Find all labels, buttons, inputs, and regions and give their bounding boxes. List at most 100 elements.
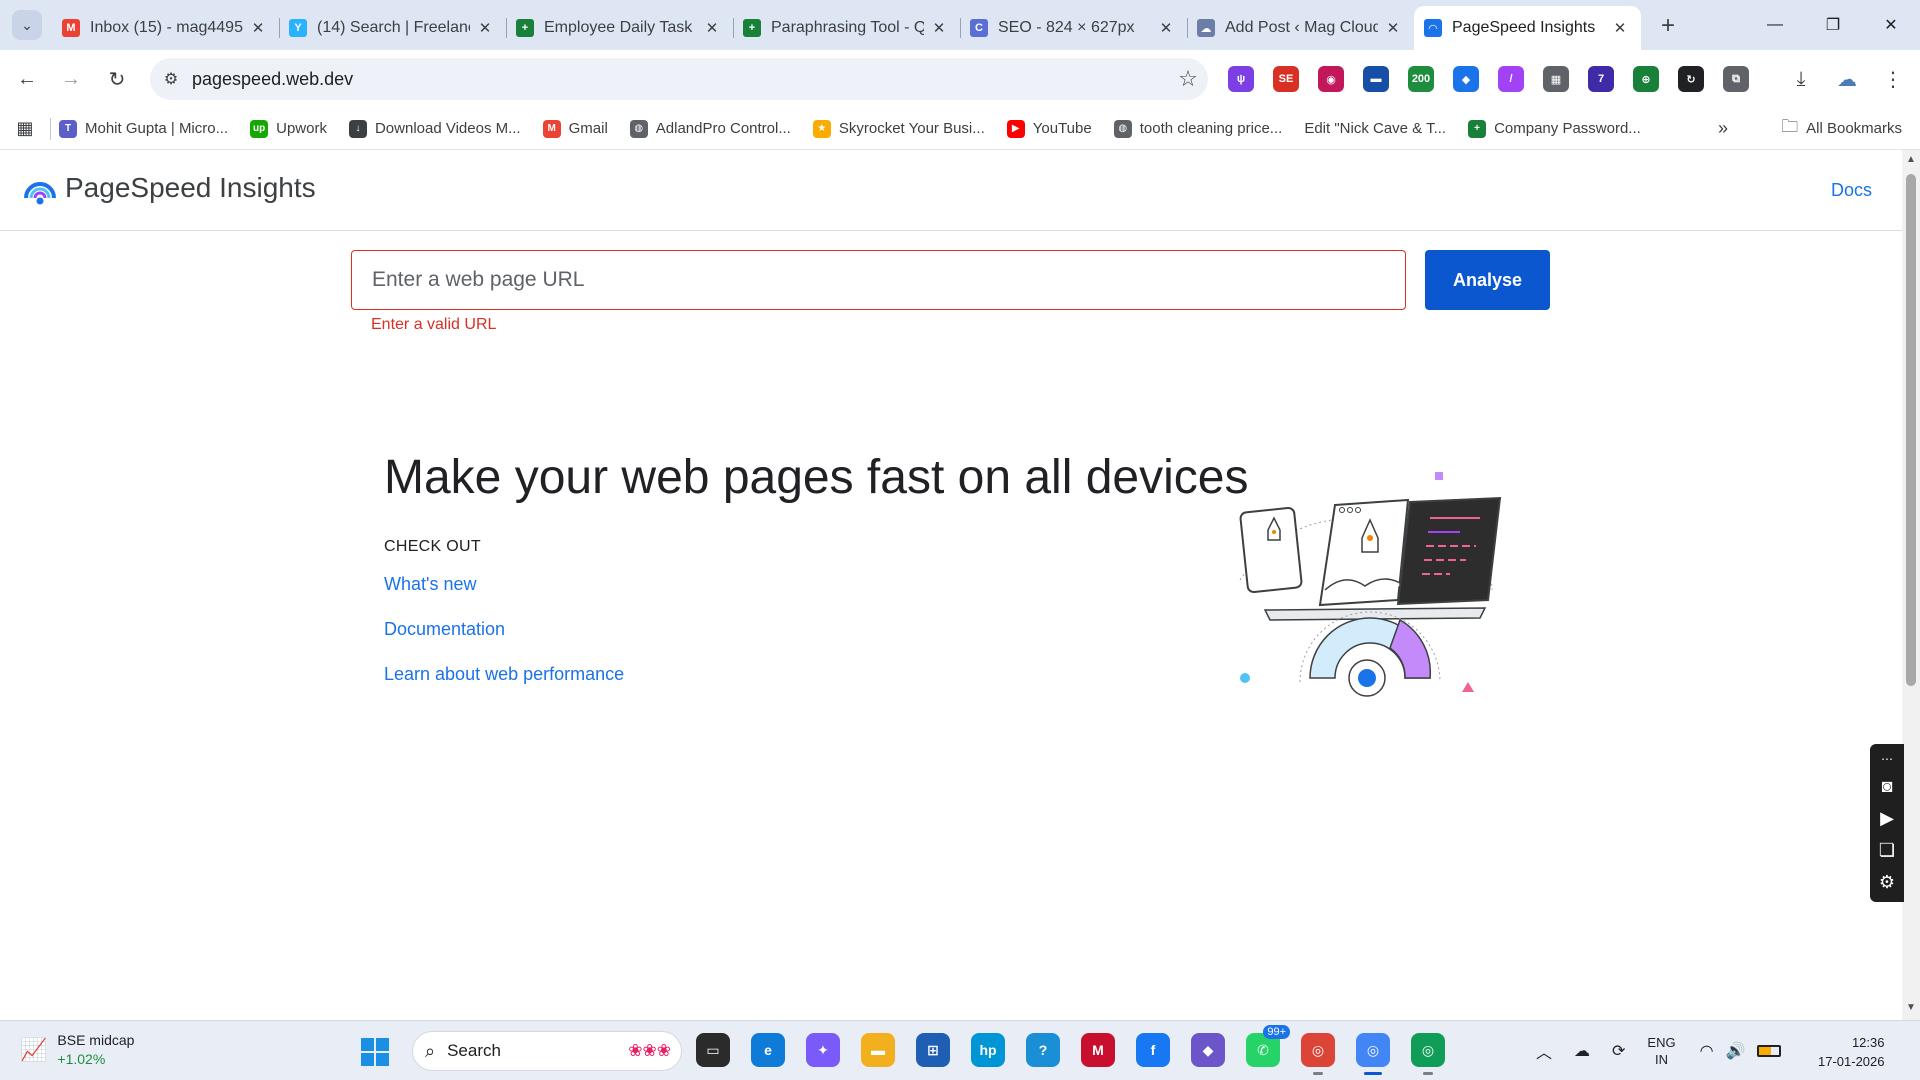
- show-hidden-icons[interactable]: ︿: [1536, 1039, 1552, 1063]
- windows-start-icon[interactable]: [360, 1037, 390, 1067]
- bookmark-item[interactable]: ◍ tooth cleaning price...: [1113, 119, 1282, 138]
- tab-close-icon[interactable]: ✕: [1384, 19, 1402, 37]
- analyse-button[interactable]: Analyse: [1425, 250, 1550, 310]
- clock[interactable]: 12:36 17-01-2026: [1818, 1033, 1885, 1071]
- chrome-menu-button[interactable]: ⋮: [1878, 64, 1908, 94]
- reload-button[interactable]: ↻: [102, 64, 132, 94]
- chrome-profile-s-icon[interactable]: ◎: [1411, 1033, 1445, 1075]
- whatsapp-icon[interactable]: ✆ 99+: [1246, 1025, 1290, 1067]
- back-button[interactable]: ←: [12, 64, 42, 94]
- scroll-thumb[interactable]: [1906, 174, 1916, 686]
- close-window-button[interactable]: ✕: [1862, 0, 1920, 50]
- folder-icon[interactable]: ▬: [861, 1033, 895, 1067]
- restore-button[interactable]: ❐: [1804, 0, 1862, 50]
- browser-tab[interactable]: + Employee Daily Task S ✕: [506, 6, 733, 50]
- camera-icon[interactable]: ◙: [1872, 770, 1902, 802]
- site-settings-icon[interactable]: ⚙: [150, 69, 192, 89]
- video-icon[interactable]: ▶: [1872, 802, 1902, 834]
- browser-tab[interactable]: M Inbox (15) - mag4495 ✕: [52, 6, 279, 50]
- window-capture-icon[interactable]: ❏: [1872, 834, 1902, 866]
- page-scrollbar[interactable]: ▲ ▼: [1902, 150, 1920, 1020]
- capture-more-icon[interactable]: ⋯: [1872, 748, 1902, 770]
- bookmark-item[interactable]: ▶ YouTube: [1006, 119, 1092, 138]
- downloads-button[interactable]: ⤓: [1786, 64, 1816, 94]
- bookmark-item[interactable]: ★ Skyrocket Your Busi...: [812, 119, 985, 138]
- onedrive-icon[interactable]: ☁: [1574, 1041, 1590, 1061]
- forward-button[interactable]: →: [56, 64, 86, 94]
- ext-seo-icon[interactable]: SE: [1273, 66, 1299, 92]
- ext-pen-icon[interactable]: /: [1498, 66, 1524, 92]
- ext-sync-icon[interactable]: ↻: [1678, 66, 1704, 92]
- learn-web-performance-link[interactable]: Learn about web performance: [384, 664, 624, 685]
- hp-icon[interactable]: hp: [971, 1033, 1005, 1067]
- copilot-icon[interactable]: ✦: [806, 1033, 840, 1067]
- ext-camera-icon[interactable]: ◉: [1318, 66, 1344, 92]
- browser-tab[interactable]: C SEO - 824 × 627px ✕: [960, 6, 1187, 50]
- ext-tag-icon[interactable]: ◆: [1453, 66, 1479, 92]
- notification-badge: 99+: [1263, 1025, 1290, 1039]
- all-bookmarks-button[interactable]: 🗀 All Bookmarks: [1781, 114, 1902, 143]
- volume-icon[interactable]: 🔊: [1726, 1041, 1746, 1061]
- ext-grid-icon[interactable]: ▦: [1543, 66, 1569, 92]
- language-indicator[interactable]: ENG IN: [1647, 1034, 1675, 1068]
- scroll-down-icon[interactable]: ▼: [1906, 1002, 1916, 1013]
- app-glyph: e: [764, 1042, 772, 1058]
- browser-tab[interactable]: ☁ Add Post ‹ Mag Cloud ✕: [1187, 6, 1414, 50]
- chrome-icon[interactable]: ◎: [1356, 1033, 1390, 1075]
- sheets-icon: +: [516, 19, 534, 37]
- tab-search-button[interactable]: ⌄: [12, 10, 42, 40]
- page-title[interactable]: PageSpeed Insights: [65, 172, 316, 204]
- tab-close-icon[interactable]: ✕: [703, 19, 721, 37]
- ext-200-icon[interactable]: 200: [1408, 66, 1434, 92]
- help-icon[interactable]: ?: [1026, 1033, 1060, 1067]
- profile-button[interactable]: ☁: [1832, 64, 1862, 94]
- tab-close-icon[interactable]: ✕: [930, 19, 948, 37]
- mcafee-icon[interactable]: M: [1081, 1033, 1115, 1067]
- browser-tab[interactable]: + Paraphrasing Tool - QuillBot ✕: [733, 6, 960, 50]
- whats-new-link[interactable]: What's new: [384, 574, 476, 595]
- bookmark-item[interactable]: up Upwork: [250, 119, 327, 138]
- tab-close-icon[interactable]: ✕: [1157, 19, 1175, 37]
- pagespeed-logo-icon[interactable]: [22, 172, 58, 208]
- more-bookmarks-button[interactable]: »: [1718, 118, 1728, 139]
- chrome-profile-k-icon[interactable]: ◎: [1301, 1033, 1335, 1075]
- tab-close-icon[interactable]: ✕: [249, 19, 267, 37]
- docs-link[interactable]: Docs: [1831, 180, 1872, 201]
- sync-icon[interactable]: ⟳: [1612, 1041, 1625, 1061]
- edge-icon[interactable]: e: [751, 1033, 785, 1067]
- settings-gear-icon[interactable]: ⚙: [1872, 866, 1902, 898]
- tab-close-icon[interactable]: ✕: [1611, 19, 1629, 37]
- bookmark-item[interactable]: + Company Password...: [1468, 119, 1641, 138]
- bookmark-item[interactable]: M Gmail: [542, 119, 608, 138]
- bookmark-list: T Mohit Gupta | Micro... up Upwork ↓ Download…: [59, 119, 1663, 138]
- scroll-up-icon[interactable]: ▲: [1906, 154, 1916, 165]
- taskbar-search[interactable]: ⌕ Search ❀❀❀: [412, 1031, 682, 1071]
- bookmark-item[interactable]: T Mohit Gupta | Micro...: [59, 119, 228, 138]
- bookmark-item[interactable]: Edit "Nick Cave & T...: [1304, 120, 1446, 137]
- apps-grid-icon[interactable]: ▦: [0, 118, 50, 139]
- tab-close-icon[interactable]: ✕: [476, 19, 494, 37]
- stock-widget[interactable]: 📈 BSE midcap +1.02%: [20, 1031, 134, 1069]
- ext-puzzle-icon[interactable]: ⧉: [1723, 66, 1749, 92]
- browser-tab[interactable]: ◠ PageSpeed Insights ✕: [1414, 6, 1641, 50]
- new-tab-button[interactable]: +: [1654, 12, 1682, 40]
- bookmark-item[interactable]: ↓ Download Videos M...: [348, 119, 521, 138]
- store-icon[interactable]: ⊞: [916, 1033, 950, 1067]
- ext-purple-icon[interactable]: ψ: [1228, 66, 1254, 92]
- url-input[interactable]: [351, 250, 1406, 310]
- m365-icon[interactable]: ◆: [1191, 1033, 1225, 1067]
- browser-tab[interactable]: Y (14) Search | Freelancer ✕: [279, 6, 506, 50]
- file-explorer-task-view-icon[interactable]: ▭: [696, 1033, 730, 1067]
- bookmark-item[interactable]: ◍ AdlandPro Control...: [629, 119, 791, 138]
- documentation-link[interactable]: Documentation: [384, 619, 505, 640]
- ext-wallet-icon[interactable]: ▬: [1363, 66, 1389, 92]
- address-bar[interactable]: ⚙ pagespeed.web.dev ☆: [150, 58, 1208, 100]
- facebook-icon[interactable]: f: [1136, 1033, 1170, 1067]
- minimize-button[interactable]: —: [1746, 0, 1804, 50]
- battery-icon[interactable]: [1757, 1045, 1782, 1057]
- ext-hex-icon[interactable]: 7: [1588, 66, 1614, 92]
- address-url[interactable]: pagespeed.web.dev: [192, 69, 1168, 90]
- ext-game-icon[interactable]: ⊕: [1633, 66, 1659, 92]
- wifi-icon[interactable]: ◠: [1700, 1041, 1714, 1061]
- bookmark-star-icon[interactable]: ☆: [1168, 66, 1208, 92]
